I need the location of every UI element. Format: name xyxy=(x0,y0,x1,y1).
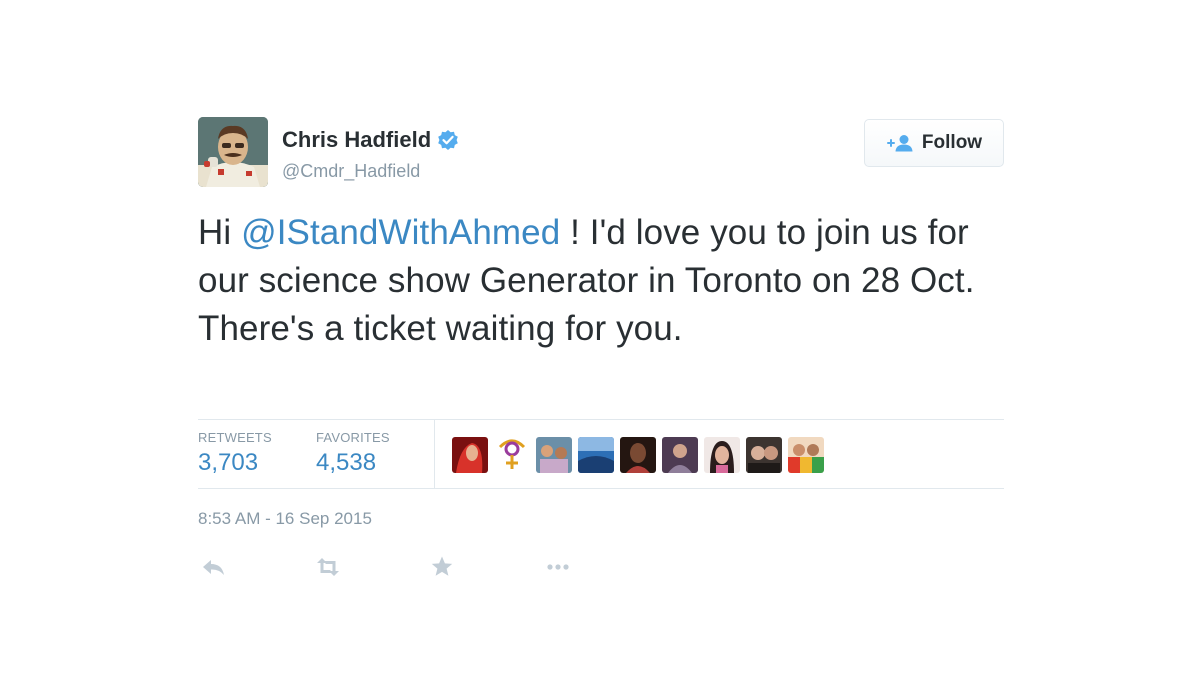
follow-button[interactable]: Follow xyxy=(864,119,1004,167)
tweet-actions xyxy=(198,555,618,579)
user-avatar-group-icon[interactable] xyxy=(536,437,572,473)
favorites-stat[interactable]: FAVORITES 4,538 xyxy=(316,430,390,477)
star-icon[interactable] xyxy=(428,555,456,579)
retweets-stat[interactable]: RETWEETS 3,703 xyxy=(198,430,272,477)
tweet-text: Hi @IStandWithAhmed ! I'd love you to jo… xyxy=(198,209,1004,353)
user-avatar-landscape-icon[interactable] xyxy=(578,437,614,473)
retweet-icon[interactable] xyxy=(314,555,342,579)
retweets-count: 3,703 xyxy=(198,449,259,476)
author-handle[interactable]: @Cmdr_Hadfield xyxy=(282,161,420,182)
mention-link[interactable]: @IStandWithAhmed xyxy=(241,213,560,252)
stats-divider xyxy=(434,420,435,488)
follow-button-label: Follow xyxy=(921,132,983,153)
author-name-row: Chris Hadfield xyxy=(282,127,459,153)
tweet-text-prefix: Hi xyxy=(198,213,242,252)
user-avatar-portrait-icon[interactable] xyxy=(704,437,740,473)
favorites-count: 4,538 xyxy=(316,449,377,476)
tweet-stats: RETWEETS 3,703 FAVORITES 4,538 xyxy=(198,419,1004,489)
user-avatar-symbol-icon[interactable] xyxy=(494,437,530,473)
author-avatar[interactable] xyxy=(198,117,268,187)
astronaut-avatar-icon xyxy=(198,117,268,187)
user-avatar-person-icon[interactable] xyxy=(662,437,698,473)
reply-icon[interactable] xyxy=(200,555,228,579)
more-icon[interactable] xyxy=(544,555,572,579)
add-user-icon xyxy=(886,134,914,152)
favoriter-avatars xyxy=(452,437,824,473)
verified-badge-icon xyxy=(437,129,459,151)
user-avatar-colorful-icon[interactable] xyxy=(788,437,824,473)
tweet-timestamp[interactable]: 8:53 AM - 16 Sep 2015 xyxy=(198,509,372,529)
retweets-label: RETWEETS xyxy=(198,430,272,445)
user-avatar-dark-icon[interactable] xyxy=(620,437,656,473)
author-name[interactable]: Chris Hadfield xyxy=(282,127,431,153)
user-avatar-red-icon[interactable] xyxy=(452,437,488,473)
favorites-label: FAVORITES xyxy=(316,430,390,445)
user-avatar-couple-icon[interactable] xyxy=(746,437,782,473)
